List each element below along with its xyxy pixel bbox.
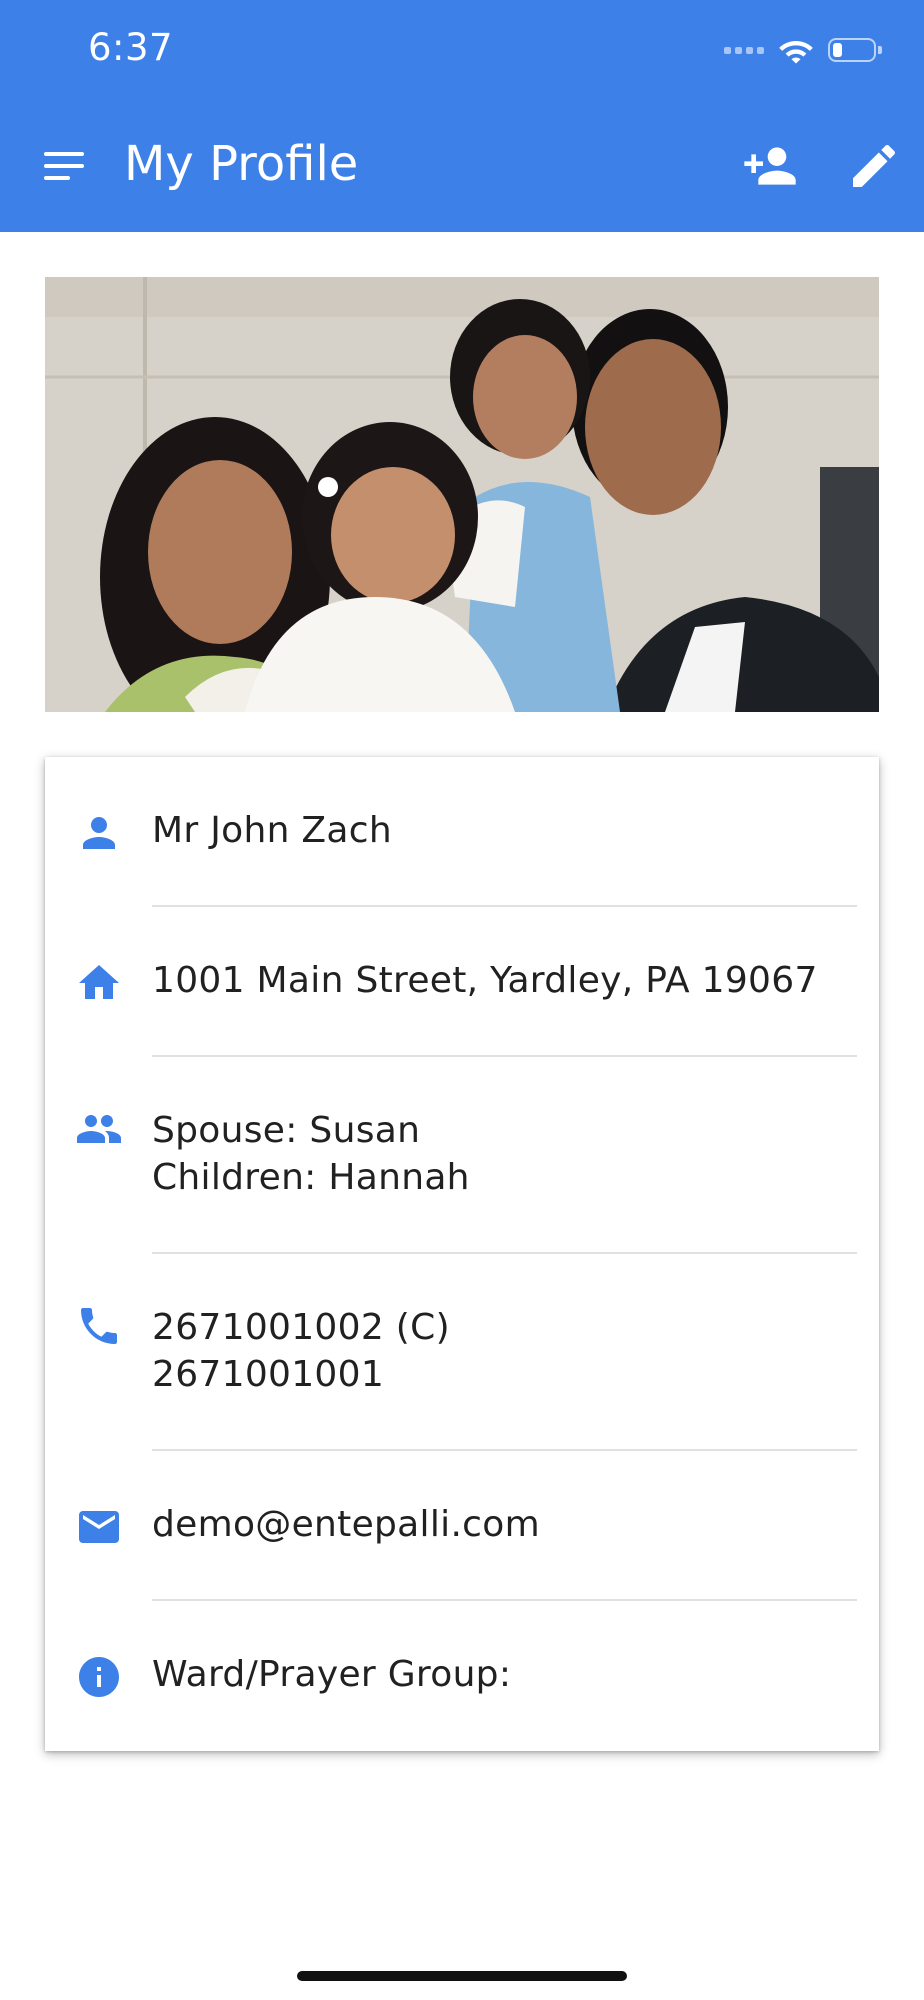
status-indicators [724, 30, 882, 70]
info-icon [75, 1653, 123, 1701]
profile-details-card: Mr John Zach 1001 Main Street, Yardley, … [45, 757, 879, 1751]
email-icon [75, 1503, 123, 1551]
email-row: demo@entepalli.com [45, 1451, 879, 1601]
name-text: Mr John Zach [152, 810, 392, 851]
name-row: Mr John Zach [45, 757, 879, 907]
ward-row: Ward/Prayer Group: [45, 1601, 879, 1751]
toolbar: My Profile [0, 118, 924, 214]
phone-icon [75, 1302, 123, 1350]
person-add-icon[interactable] [742, 138, 798, 194]
home-indicator[interactable] [297, 1971, 627, 1981]
home-icon [75, 959, 123, 1007]
spouse-text: Spouse: Susan [152, 1110, 421, 1151]
cellular-signal-icon [724, 46, 764, 54]
children-text: Children: Hannah [152, 1157, 470, 1198]
family-row: Spouse: Susan Children: Hannah [45, 1057, 879, 1254]
wifi-icon [779, 41, 813, 64]
app-bar: 6:37 My Profile [0, 0, 924, 232]
mobile-phone-text[interactable]: 2671001002 (C) [152, 1304, 450, 1351]
address-row: 1001 Main Street, Yardley, PA 19067 [45, 907, 879, 1057]
home-phone-text[interactable]: 2671001001 [152, 1351, 384, 1398]
person-icon [75, 809, 123, 857]
phone-row: 2671001002 (C) 2671001001 [45, 1254, 879, 1451]
address-text[interactable]: 1001 Main Street, Yardley, PA 19067 [152, 957, 818, 1004]
menu-icon[interactable] [40, 146, 88, 186]
edit-icon[interactable] [846, 138, 902, 194]
profile-photo [45, 277, 879, 712]
people-icon [75, 1105, 123, 1153]
battery-icon [828, 38, 882, 62]
page-title: My Profile [124, 136, 359, 192]
ward-prayer-group-text: Ward/Prayer Group: [152, 1654, 512, 1695]
status-time: 6:37 [88, 26, 174, 69]
family-photo-illustration [45, 277, 879, 712]
email-text[interactable]: demo@entepalli.com [152, 1501, 540, 1548]
